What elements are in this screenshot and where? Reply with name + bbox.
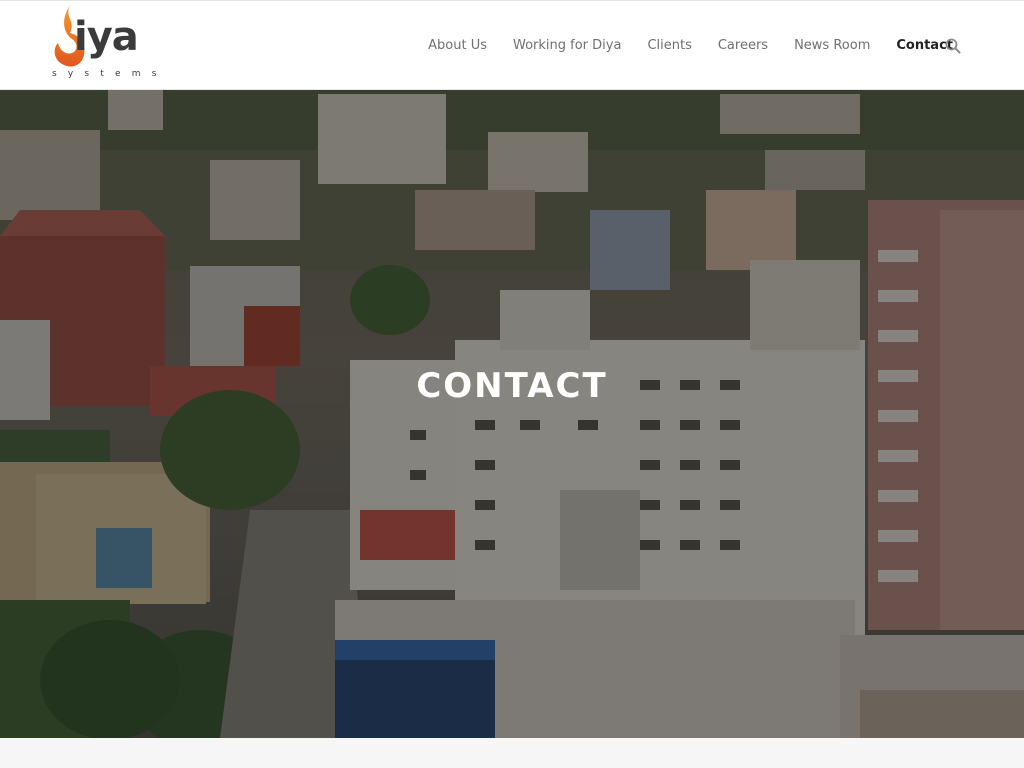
site-header: iya systems About Us Working for Diya Cl… <box>0 0 1024 92</box>
search-icon <box>945 38 961 54</box>
brand-tagline: systems <box>52 69 168 79</box>
search-button[interactable] <box>944 37 962 55</box>
nav-item-clients[interactable]: Clients <box>634 1 704 91</box>
brand-wordmark: iya <box>74 14 139 60</box>
brand-logo[interactable]: iya systems <box>50 3 175 85</box>
hero-banner: CONTACT <box>0 90 1024 738</box>
nav-item-careers[interactable]: Careers <box>705 1 781 91</box>
page-title: CONTACT <box>416 366 608 406</box>
nav-item-working-for-diya[interactable]: Working for Diya <box>500 1 634 91</box>
main-nav: About Us Working for Diya Clients Career… <box>415 1 966 92</box>
nav-item-news-room[interactable]: News Room <box>781 1 883 91</box>
content-area-start <box>0 738 1024 768</box>
nav-item-about-us[interactable]: About Us <box>415 1 500 91</box>
hero-dark-overlay <box>0 90 1024 738</box>
